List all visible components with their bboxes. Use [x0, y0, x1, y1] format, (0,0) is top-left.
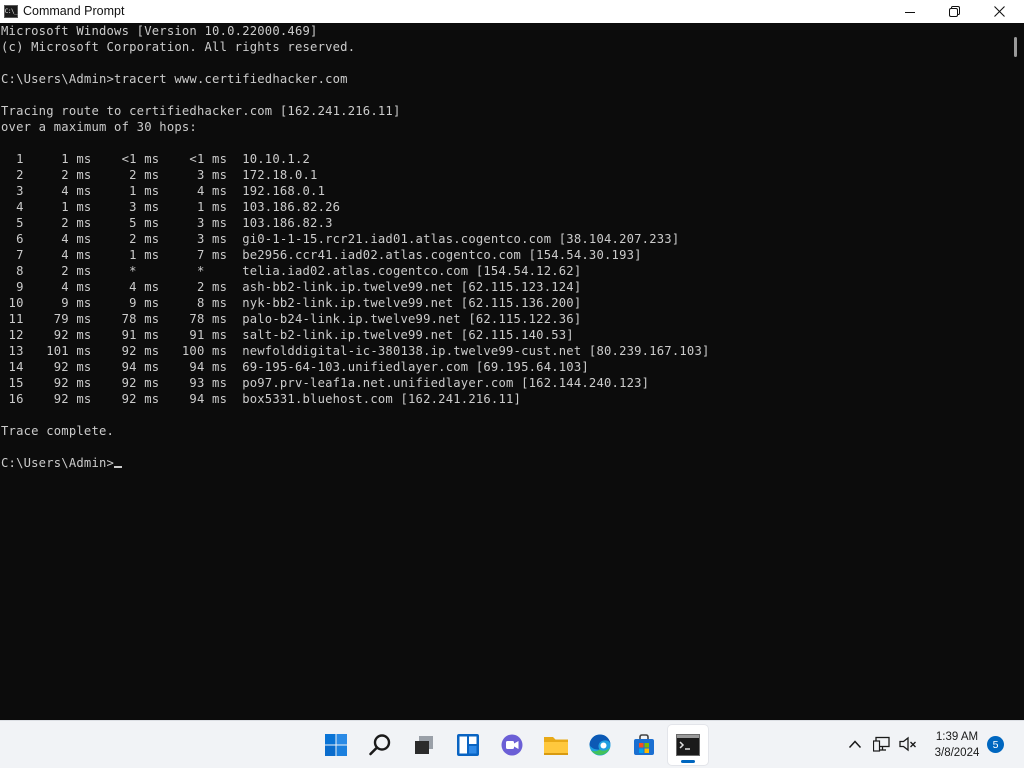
clock-time: 1:39 AM: [935, 731, 979, 743]
chevron-up-icon: [848, 740, 862, 749]
file-explorer-button[interactable]: [536, 725, 576, 765]
tracert-hop-line: 3 4 ms 1 ms 4 ms 192.168.0.1: [1, 184, 326, 198]
console-line: over a maximum of 30 hops:: [1, 120, 197, 134]
start-button[interactable]: [316, 725, 356, 765]
vertical-scrollbar[interactable]: [1007, 23, 1024, 720]
clock[interactable]: 1:39 AM 3/8/2024: [922, 729, 992, 761]
console-output: Microsoft Windows [Version 10.0.22000.46…: [0, 23, 1007, 471]
widgets-button[interactable]: [448, 725, 488, 765]
tracert-hop-line: 7 4 ms 1 ms 7 ms be2956.ccr41.iad02.atla…: [1, 248, 642, 262]
tracert-hop-line: 9 4 ms 4 ms 2 ms ash-bb2-link.ip.twelve9…: [1, 280, 582, 294]
tracert-hop-line: 2 2 ms 2 ms 3 ms 172.18.0.1: [1, 168, 318, 182]
restore-icon: [948, 6, 960, 17]
store-icon: [634, 734, 654, 755]
console-line: C:\Users\Admin>tracert www.certifiedhack…: [1, 72, 348, 86]
tracert-hop-line: 6 4 ms 2 ms 3 ms gi0-1-1-15.rcr21.iad01.…: [1, 232, 680, 246]
console-line: Tracing route to certifiedhacker.com [16…: [1, 104, 401, 118]
edge-icon: [589, 734, 611, 756]
show-hidden-icons-button[interactable]: [844, 733, 866, 755]
tracert-hop-line: 1 1 ms <1 ms <1 ms 10.10.1.2: [1, 152, 311, 166]
console-line: Microsoft Windows [Version 10.0.22000.46…: [1, 24, 318, 38]
store-button[interactable]: [624, 725, 664, 765]
text-cursor: [114, 466, 123, 468]
tracert-hop-line: 13 101 ms 92 ms 100 ms newfolddigital-ic…: [1, 344, 710, 358]
chat-button[interactable]: [492, 725, 532, 765]
console-line: (c) Microsoft Corporation. All rights re…: [1, 40, 356, 54]
command-prompt-taskbar-button[interactable]: [668, 725, 708, 765]
tracert-hop-line: 8 2 ms * * telia.iad02.atlas.cogentco.co…: [1, 264, 582, 278]
taskbar: 1:39 AM 3/8/2024 5: [0, 720, 1024, 768]
tracert-hop-line: 16 92 ms 92 ms 94 ms box5331.bluehost.co…: [1, 392, 522, 406]
clock-date: 3/8/2024: [934, 747, 980, 759]
minimize-icon: [905, 11, 915, 13]
tracert-hop-line: 11 79 ms 78 ms 78 ms palo-b24-link.ip.tw…: [1, 312, 582, 326]
terminal-icon: [676, 734, 700, 756]
task-view-icon: [415, 736, 433, 754]
tracert-hop-line: 5 2 ms 5 ms 3 ms 103.186.82.3: [1, 216, 333, 230]
minimize-button[interactable]: [887, 0, 933, 23]
console-line: Trace complete.: [1, 424, 115, 438]
tracert-hop-line: 4 1 ms 3 ms 1 ms 103.186.82.26: [1, 200, 341, 214]
search-icon: [369, 734, 391, 756]
close-button[interactable]: [976, 0, 1022, 23]
windows-logo-icon: [325, 734, 347, 756]
teams-chat-icon: [501, 734, 523, 756]
tracert-hop-line: 12 92 ms 91 ms 91 ms salt-b2-link.ip.twe…: [1, 328, 574, 342]
task-view-button[interactable]: [404, 725, 444, 765]
network-button[interactable]: [871, 733, 893, 755]
folder-icon: [544, 737, 568, 755]
edge-button[interactable]: [580, 725, 620, 765]
console-area[interactable]: Microsoft Windows [Version 10.0.22000.46…: [0, 23, 1007, 720]
window-title: Command Prompt: [23, 4, 125, 18]
search-button[interactable]: [360, 725, 400, 765]
restore-button[interactable]: [931, 0, 977, 23]
active-app-indicator: [681, 760, 695, 763]
title-bar[interactable]: C:\_ Command Prompt: [0, 0, 1024, 23]
widgets-icon: [457, 734, 479, 756]
command-prompt-line[interactable]: C:\Users\Admin>: [1, 456, 123, 470]
prompt-text: C:\Users\Admin>: [1, 456, 115, 470]
app-icon-glyph: C:\_: [4, 7, 18, 15]
command-prompt-app-icon[interactable]: C:\_: [4, 5, 18, 18]
notification-badge[interactable]: 5: [987, 736, 1004, 753]
tracert-hop-line: 15 92 ms 92 ms 93 ms po97.prv-leaf1a.net…: [1, 376, 650, 390]
tracert-hop-line: 10 9 ms 9 ms 8 ms nyk-bb2-link.ip.twelve…: [1, 296, 582, 310]
close-icon: [993, 6, 1005, 17]
speaker-muted-icon: [899, 736, 916, 752]
scrollbar-thumb[interactable]: [1014, 37, 1017, 57]
network-icon: [873, 736, 890, 752]
tracert-hop-line: 14 92 ms 94 ms 94 ms 69-195-64-103.unifi…: [1, 360, 589, 374]
volume-button[interactable]: [897, 733, 919, 755]
